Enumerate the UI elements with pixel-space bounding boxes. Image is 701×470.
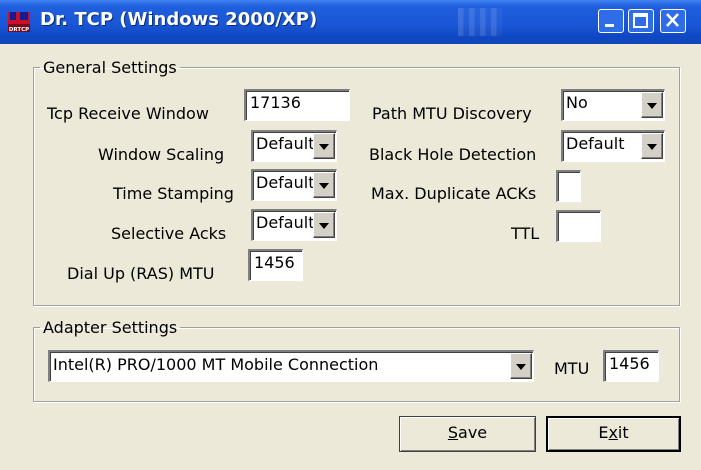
adapter-select[interactable]: Intel(R) PRO/1000 MT Mobile Connection — [48, 350, 534, 382]
ttl-label: TTL — [511, 224, 540, 243]
save-button-label-rest: ave — [458, 423, 488, 442]
tcp-receive-window-input[interactable]: 17136 — [244, 89, 350, 121]
tcp-receive-window-label: Tcp Receive Window — [47, 104, 209, 123]
max-duplicate-acks-label: Max. Duplicate ACKs — [371, 184, 537, 203]
chevron-down-icon[interactable] — [641, 92, 663, 118]
exit-button-label-prefix: E — [598, 423, 609, 442]
selective-acks-select[interactable]: Default — [251, 209, 337, 241]
selective-acks-value: Default — [256, 213, 315, 232]
dr-tcp-window: DRTCP Dr. TCP (Windows 2000/XP) General … — [0, 0, 701, 470]
save-button[interactable]: Save — [399, 416, 536, 452]
title-bar[interactable]: DRTCP Dr. TCP (Windows 2000/XP) — [0, 0, 701, 44]
path-mtu-discovery-value: No — [566, 93, 588, 112]
dial-up-mtu-label: Dial Up (RAS) MTU — [67, 264, 215, 283]
app-icon-text: DRTCP — [9, 27, 29, 33]
black-hole-detection-value: Default — [566, 134, 625, 153]
maximize-icon — [633, 13, 648, 28]
adapter-mtu-input[interactable]: 1456 — [603, 350, 659, 382]
ttl-input[interactable] — [556, 210, 601, 242]
close-icon — [666, 13, 679, 27]
exit-button-label-rest: it — [617, 423, 629, 442]
maximize-button[interactable] — [628, 9, 654, 33]
minimize-button[interactable] — [598, 9, 624, 33]
black-hole-detection-label: Black Hole Detection — [369, 145, 537, 164]
window-title: Dr. TCP (Windows 2000/XP) — [40, 9, 318, 30]
selective-acks-label: Selective Acks — [111, 224, 227, 243]
app-icon: DRTCP — [8, 12, 30, 33]
general-settings-legend: General Settings — [43, 58, 177, 77]
adapter-mtu-label: MTU — [554, 359, 590, 378]
close-button[interactable] — [660, 9, 686, 33]
time-stamping-select[interactable]: Default — [251, 169, 337, 201]
title-bar-decoration — [458, 8, 502, 36]
window-scaling-select[interactable]: Default — [251, 130, 337, 162]
chevron-down-icon[interactable] — [641, 133, 663, 159]
path-mtu-discovery-label: Path MTU Discovery — [372, 104, 532, 123]
window-scaling-label: Window Scaling — [98, 145, 225, 164]
dialog-client-area: General Settings Tcp Receive Window 1713… — [4, 44, 697, 470]
exit-button[interactable]: Exit — [546, 416, 681, 452]
adapter-select-value: Intel(R) PRO/1000 MT Mobile Connection — [53, 355, 379, 374]
chevron-down-icon[interactable] — [313, 172, 335, 198]
dial-up-mtu-input[interactable]: 1456 — [248, 249, 303, 281]
path-mtu-discovery-select[interactable]: No — [561, 89, 665, 121]
adapter-settings-legend: Adapter Settings — [43, 318, 178, 337]
time-stamping-label: Time Stamping — [113, 184, 234, 203]
chevron-down-icon[interactable] — [313, 133, 335, 159]
window-scaling-value: Default — [256, 134, 315, 153]
chevron-down-icon[interactable] — [313, 212, 335, 238]
exit-button-accel: x — [608, 423, 618, 442]
minimize-icon — [605, 24, 614, 27]
chevron-down-icon[interactable] — [510, 353, 532, 379]
time-stamping-value: Default — [256, 173, 315, 192]
black-hole-detection-select[interactable]: Default — [561, 130, 665, 162]
max-duplicate-acks-input[interactable] — [556, 170, 581, 202]
save-button-accel: S — [447, 423, 459, 442]
